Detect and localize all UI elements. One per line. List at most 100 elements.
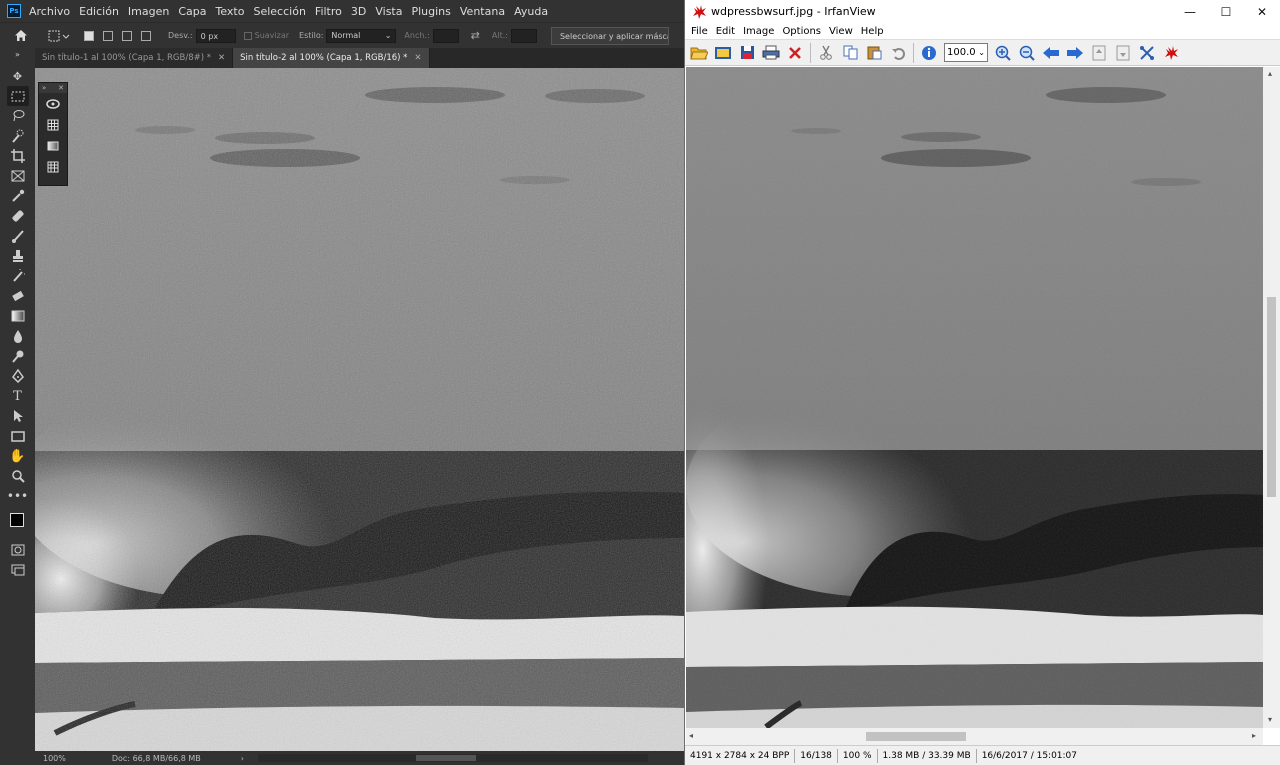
add-selection-icon[interactable] xyxy=(103,30,116,41)
gradient-tool-icon[interactable] xyxy=(7,306,29,326)
rectangle-tool-icon[interactable] xyxy=(7,426,29,446)
pen-tool-icon[interactable] xyxy=(7,366,29,386)
slideshow-icon[interactable] xyxy=(711,42,735,64)
eraser-tool-icon[interactable] xyxy=(7,286,29,306)
screen-mode-icon[interactable] xyxy=(7,560,29,580)
paste-icon[interactable] xyxy=(862,42,886,64)
chevron-right-icon[interactable]: › xyxy=(241,754,244,763)
gradient-map-icon[interactable] xyxy=(43,136,63,156)
copy-icon[interactable] xyxy=(838,42,862,64)
path-selection-tool-icon[interactable] xyxy=(7,406,29,426)
brush-tool-icon[interactable] xyxy=(7,226,29,246)
previous-arrow-icon[interactable] xyxy=(1039,42,1063,64)
iv-image-canvas[interactable] xyxy=(686,67,1263,728)
estilo-select[interactable]: Normal ⌄ xyxy=(326,28,397,43)
zoom-in-icon[interactable] xyxy=(991,42,1015,64)
iv-vertical-scrollbar[interactable]: ▴ ▾ xyxy=(1263,67,1280,728)
ps-zoom-readout[interactable]: 100% xyxy=(43,754,66,763)
scroll-down-icon[interactable]: ▾ xyxy=(1268,715,1272,724)
iv-menu-view[interactable]: View xyxy=(829,26,853,37)
new-selection-icon[interactable] xyxy=(84,30,97,41)
grid-icon[interactable] xyxy=(43,115,63,135)
marquee-preset-icon[interactable] xyxy=(48,30,70,42)
close-icon[interactable]: ✕ xyxy=(414,53,421,63)
close-icon[interactable]: ✕ xyxy=(218,53,225,63)
suavizar-checkbox[interactable]: Suavizar xyxy=(243,31,289,40)
open-folder-icon[interactable] xyxy=(687,42,711,64)
lasso-tool-icon[interactable] xyxy=(7,106,29,126)
page-down-icon[interactable] xyxy=(1111,42,1135,64)
alt-input[interactable] xyxy=(510,28,537,43)
history-brush-tool-icon[interactable] xyxy=(7,266,29,286)
quick-mask-icon[interactable] xyxy=(7,540,29,560)
ps-hscroll[interactable] xyxy=(257,754,648,762)
ps-menu-filtro[interactable]: Filtro xyxy=(315,5,342,18)
ps-menu-texto[interactable]: Texto xyxy=(216,5,245,18)
zoom-combo[interactable]: 100.0 ⌄ xyxy=(944,43,988,62)
iv-horizontal-scrollbar[interactable]: ◂ ▸ xyxy=(686,728,1263,745)
chevron-down-icon[interactable]: ⌄ xyxy=(978,44,985,61)
blur-tool-icon[interactable] xyxy=(7,326,29,346)
iv-menu-help[interactable]: Help xyxy=(861,26,884,37)
color-swatches-icon[interactable] xyxy=(4,506,32,540)
panel-close-icon[interactable]: ✕ xyxy=(58,83,64,93)
zoom-out-icon[interactable] xyxy=(1015,42,1039,64)
hand-tool-icon[interactable]: ✋ xyxy=(7,446,29,466)
ps-menu-imagen[interactable]: Imagen xyxy=(128,5,169,18)
save-icon[interactable] xyxy=(735,42,759,64)
cut-icon[interactable] xyxy=(814,42,838,64)
iv-menu-edit[interactable]: Edit xyxy=(716,26,735,37)
print-icon[interactable] xyxy=(759,42,783,64)
panel-collapse-icon[interactable]: » xyxy=(42,83,46,93)
ps-hscroll-thumb[interactable] xyxy=(415,755,476,761)
next-arrow-icon[interactable] xyxy=(1063,42,1087,64)
select-mask-button[interactable]: Seleccionar y aplicar máscara... xyxy=(550,26,669,45)
maximize-button[interactable]: ☐ xyxy=(1209,0,1243,23)
iv-vertical-scroll-thumb[interactable] xyxy=(1267,297,1276,497)
ps-menu-archivo[interactable]: Archivo xyxy=(29,5,70,18)
scroll-up-icon[interactable]: ▴ xyxy=(1268,69,1272,78)
move-tool-icon[interactable]: ✥ xyxy=(7,66,29,86)
page-up-icon[interactable] xyxy=(1087,42,1111,64)
irfanview-logo-icon[interactable] xyxy=(1159,42,1183,64)
iv-menu-options[interactable]: Options xyxy=(782,26,821,37)
healing-brush-tool-icon[interactable] xyxy=(7,206,29,226)
ps-image-canvas[interactable] xyxy=(35,68,684,751)
toolbar-collapse-icon[interactable]: » xyxy=(7,48,29,60)
stamp-tool-icon[interactable] xyxy=(7,246,29,266)
delete-icon[interactable] xyxy=(783,42,807,64)
ps-menu-seleccion[interactable]: Selección xyxy=(253,5,305,18)
anch-input[interactable] xyxy=(432,28,459,43)
subtract-selection-icon[interactable] xyxy=(122,30,135,41)
3d-icon[interactable] xyxy=(43,94,63,114)
crop-tool-icon[interactable] xyxy=(7,146,29,166)
scroll-right-icon[interactable]: ▸ xyxy=(1252,731,1256,740)
minimize-button[interactable]: — xyxy=(1173,0,1207,23)
info-icon[interactable] xyxy=(917,42,941,64)
eyedropper-tool-icon[interactable] xyxy=(7,186,29,206)
ps-menu-plugins[interactable]: Plugins xyxy=(411,5,450,18)
home-icon[interactable] xyxy=(14,29,28,42)
zoom-tool-icon[interactable] xyxy=(7,466,29,486)
quick-select-tool-icon[interactable] xyxy=(7,126,29,146)
ps-menu-capa[interactable]: Capa xyxy=(178,5,206,18)
settings-tools-icon[interactable] xyxy=(1135,42,1159,64)
table-icon[interactable] xyxy=(43,157,63,177)
close-button[interactable]: ✕ xyxy=(1245,0,1279,23)
scroll-left-icon[interactable]: ◂ xyxy=(689,731,693,740)
more-tools-icon[interactable]: ••• xyxy=(7,486,29,506)
tab-document-2[interactable]: Sin título-2 al 100% (Capa 1, RGB/16) * ✕ xyxy=(233,48,430,68)
swap-icon[interactable]: ⇄ xyxy=(471,29,480,42)
desv-input[interactable]: 0 px xyxy=(195,28,236,43)
ps-menu-ventana[interactable]: Ventana xyxy=(460,5,505,18)
iv-menu-file[interactable]: File xyxy=(691,26,708,37)
ps-menu-vista[interactable]: Vista xyxy=(375,5,402,18)
ps-menu-edicion[interactable]: Edición xyxy=(79,5,119,18)
iv-menu-image[interactable]: Image xyxy=(743,26,774,37)
tab-document-1[interactable]: Sin título-1 al 100% (Capa 1, RGB/8#) * ✕ xyxy=(35,48,234,68)
marquee-tool-icon[interactable] xyxy=(6,86,29,106)
ps-menu-ayuda[interactable]: Ayuda xyxy=(514,5,548,18)
ps-menu-3d[interactable]: 3D xyxy=(351,5,366,18)
intersect-selection-icon[interactable] xyxy=(141,30,154,41)
undo-icon[interactable] xyxy=(886,42,910,64)
